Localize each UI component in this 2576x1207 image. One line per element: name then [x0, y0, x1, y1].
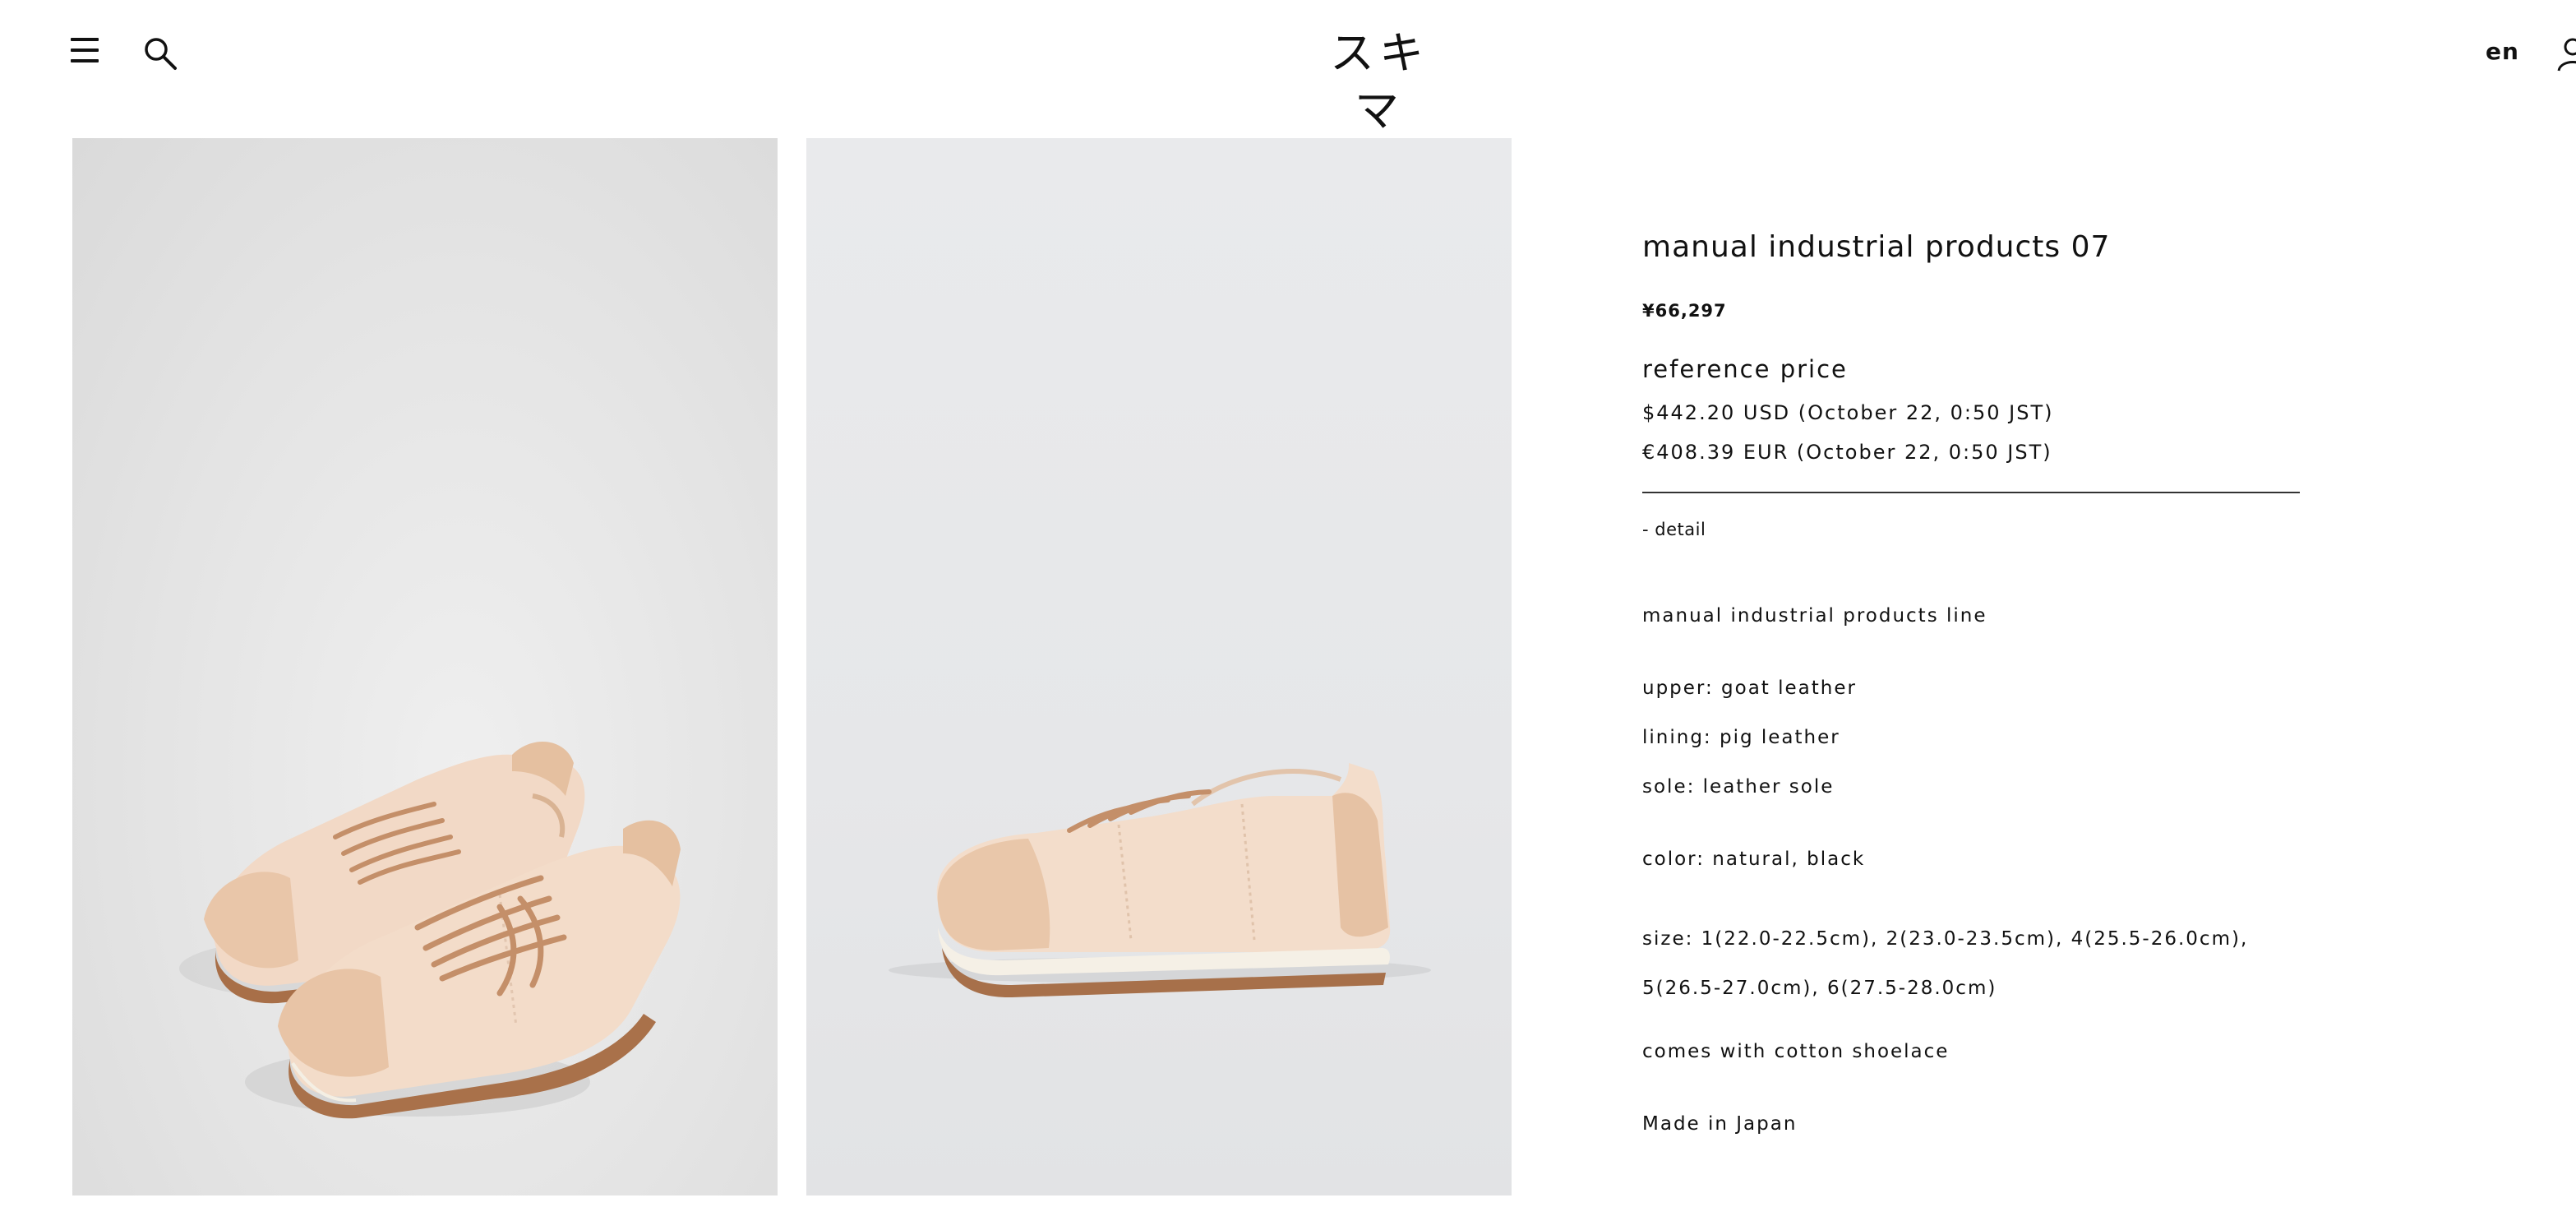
reference-price-usd: $442.20 USD (October 22, 0:50 JST): [1642, 401, 2054, 424]
sneaker-side-illustration: [889, 763, 1431, 998]
product-price: ¥66,297: [1642, 301, 1727, 321]
product-title: manual industrial products 07: [1642, 230, 2111, 264]
spec-size: size: 1(22.0-22.5cm), 2(23.0-23.5cm), 4(…: [1642, 928, 2249, 999]
site-logo[interactable]: スキマ: [1313, 25, 1445, 136]
product-image-pair[interactable]: [72, 138, 778, 1195]
reference-price-eur: €408.39 EUR (October 22, 0:50 JST): [1642, 441, 2052, 464]
divider: [1642, 492, 2300, 493]
spec-sole: sole: leather sole: [1642, 776, 1835, 798]
spec-upper: upper: goat leather: [1642, 677, 1857, 699]
product-image-side[interactable]: [806, 138, 1512, 1195]
spec-product-line: manual industrial products line: [1642, 605, 1987, 627]
reference-price-heading: reference price: [1642, 355, 1848, 383]
spec-origin: Made in Japan: [1642, 1113, 1798, 1135]
detail-toggle[interactable]: - detail: [1642, 520, 1706, 539]
user-account-icon[interactable]: [2556, 36, 2576, 72]
hamburger-menu-icon[interactable]: [71, 38, 99, 62]
language-selector[interactable]: en: [2486, 38, 2519, 65]
spec-lining: lining: pig leather: [1642, 727, 1840, 748]
spec-color: color: natural, black: [1642, 849, 1866, 870]
sneaker-pair-illustration: [179, 741, 681, 1119]
product-page: スキマ en manual industrial products 07 ¥66…: [0, 0, 2576, 1207]
spec-shoelace: comes with cotton shoelace: [1642, 1041, 1950, 1062]
search-icon[interactable]: [141, 35, 179, 72]
